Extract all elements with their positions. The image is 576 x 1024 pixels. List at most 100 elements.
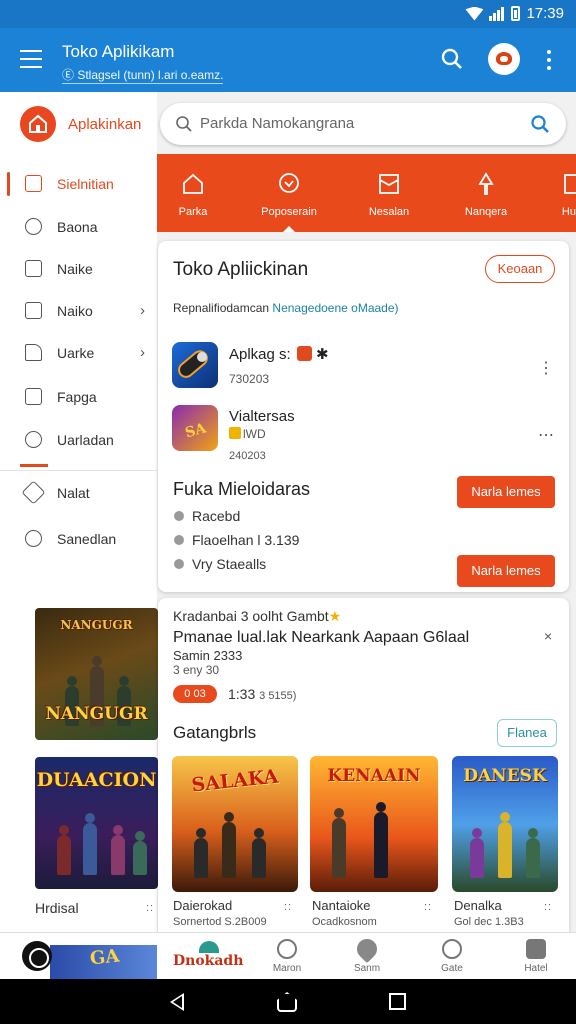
bullet-item: Vry Staealls [174, 556, 266, 572]
search-icon[interactable] [440, 47, 464, 71]
game-character [374, 802, 388, 878]
category-strip: Parka Poposerain Nesalan Nanqera Hua [157, 154, 576, 232]
pencil-icon [21, 480, 46, 505]
menu-icon[interactable] [20, 50, 42, 68]
sidebar-item-sanedlan[interactable]: Sanedlan [0, 519, 157, 559]
sidebar-app-name: Aplakinkan [68, 116, 142, 133]
game-character [332, 808, 346, 878]
tab-parka[interactable]: Parka [157, 154, 247, 232]
sidebar-item-naiko[interactable]: Naiko › [0, 291, 157, 331]
featured-button[interactable]: Narla lemes [457, 476, 555, 508]
status-time: 17:39 [526, 5, 564, 22]
nav-label: Dnokadh [173, 953, 244, 969]
profile-logo-icon[interactable] [22, 941, 52, 971]
app-icon [172, 342, 218, 388]
search-submit-icon[interactable] [530, 114, 550, 134]
game-character [252, 828, 266, 878]
game-art-title: NANGUGR [60, 618, 133, 632]
more-horiz-icon[interactable]: ⋯ [538, 425, 554, 445]
nav-item-hatel[interactable]: Hatel [496, 933, 576, 980]
star-icon: ✱ [316, 346, 329, 363]
sidebar-item-sielnitian[interactable]: Sielnitian [0, 164, 157, 204]
sidebar-item-label: Naiko [57, 303, 93, 319]
promo-label: Hrdisal [35, 900, 79, 916]
signal-icon [489, 6, 505, 21]
app-title: Toko Aplikikam [62, 42, 175, 61]
grid-icon [25, 175, 42, 192]
tab-poposerain[interactable]: Poposerain [253, 154, 343, 232]
more-icon[interactable]: :: [544, 901, 552, 913]
avatar-icon[interactable] [488, 43, 520, 75]
app-logo-icon [20, 106, 56, 142]
game-art-title: SALAKA [190, 765, 280, 797]
flag-icon [564, 174, 576, 194]
nav-item-maron[interactable]: Maron [247, 933, 327, 980]
app-list-item[interactable]: SA Vialtersas lWD 240203 ⋯ [172, 405, 558, 462]
categories-heading: Gatangbrls [173, 723, 257, 742]
sidebar-item-naike[interactable]: Naike [0, 249, 157, 289]
wifi-icon [465, 6, 484, 21]
section-accent [20, 464, 48, 467]
sidebar-item-fapga[interactable]: Fapga [0, 377, 157, 417]
dial-icon [25, 431, 42, 448]
nav-item-gate[interactable]: Gate [412, 933, 492, 980]
more-icon[interactable]: :: [424, 901, 432, 913]
app-list-item[interactable]: Aplkag s: ✱ 730203 ⋮ [172, 342, 558, 396]
keoaan-button[interactable]: Keoaan [485, 255, 555, 283]
news-title: Kradanbai 3 oolht Gambt★ [173, 608, 342, 624]
game-card[interactable]: SALAKA [172, 756, 298, 892]
more-icon[interactable]: :: [284, 901, 292, 913]
tab-label: Parka [178, 206, 208, 218]
nav-item-sanm[interactable]: Sanm [327, 933, 407, 980]
recents-icon[interactable] [389, 993, 406, 1010]
star-icon: ★ [328, 608, 342, 624]
nav-item-active[interactable]: Dnokadh [157, 933, 247, 980]
game-character [194, 828, 208, 878]
tab-nesalan[interactable]: Nesalan [353, 154, 443, 232]
app-icon: SA [172, 405, 218, 451]
cloud-icon [25, 530, 42, 547]
house-icon [183, 173, 203, 194]
search-icon [442, 939, 462, 959]
featured-title: Fuka Mieloidaras [173, 479, 311, 499]
close-icon[interactable]: × [544, 628, 552, 644]
sidebar-item-uarke[interactable]: Uarke › [0, 333, 157, 373]
svg-text:SA: SA [184, 420, 209, 441]
search-bar[interactable]: Parkda Namokangrana [160, 103, 566, 145]
subtitle-link[interactable]: Nenagedoene oMaade) [272, 301, 398, 315]
more-vert-icon[interactable]: ⋮ [538, 358, 554, 378]
chevron-right-icon: › [140, 344, 145, 361]
promo-game-card[interactable]: DUAACION [35, 757, 158, 889]
sidebar-item-nalat[interactable]: Nalat [0, 473, 157, 513]
back-icon[interactable] [170, 993, 184, 1011]
tab-nanqera[interactable]: Nanqera [450, 154, 540, 232]
game-card[interactable]: DANESK [452, 756, 558, 892]
rating-badge-icon [229, 427, 241, 439]
sidebar-item-uarladan[interactable]: Uarladan [0, 420, 157, 460]
bottom-button[interactable]: Narla lemes [457, 555, 555, 587]
tab-hua[interactable]: Hua [542, 154, 576, 232]
count-badge: 0 03 [173, 685, 217, 703]
nav-label: Maron [272, 963, 302, 974]
chat-icon [279, 173, 299, 193]
sidebar-item-baona[interactable]: Baona [0, 207, 157, 247]
app-name: Aplkag s: ✱ [229, 346, 329, 363]
more-icon[interactable]: :: [146, 902, 154, 914]
news-headline[interactable]: Pmanae lual.lak Nearkank Aapaan G6laal [173, 629, 469, 647]
sidebar-item-label: Naike [57, 261, 93, 277]
game-sub: Gol dec 1.3B3 [454, 916, 524, 928]
battery-icon [511, 6, 521, 21]
sidebar-item-label: Sielnitian [57, 176, 114, 192]
home-icon [25, 388, 42, 405]
flanea-button[interactable]: Flanea [497, 719, 557, 747]
home-icon[interactable] [277, 992, 297, 1012]
app-subtitle[interactable]: Ⓔ Stlagsel (tunn) l.ari o.eamz. [62, 66, 224, 84]
more-vert-icon[interactable] [540, 48, 558, 72]
nav-label: Gate [441, 963, 463, 974]
promo-game-card[interactable]: NANGUGR NANGUGR [35, 608, 158, 740]
game-art-logo: DUAACION [36, 769, 157, 791]
search-placeholder: Parkda Namokangrana [200, 115, 355, 132]
search-icon [176, 116, 192, 132]
game-card[interactable]: KENAAIN [310, 756, 438, 892]
promo-banner[interactable]: GA [50, 945, 157, 981]
